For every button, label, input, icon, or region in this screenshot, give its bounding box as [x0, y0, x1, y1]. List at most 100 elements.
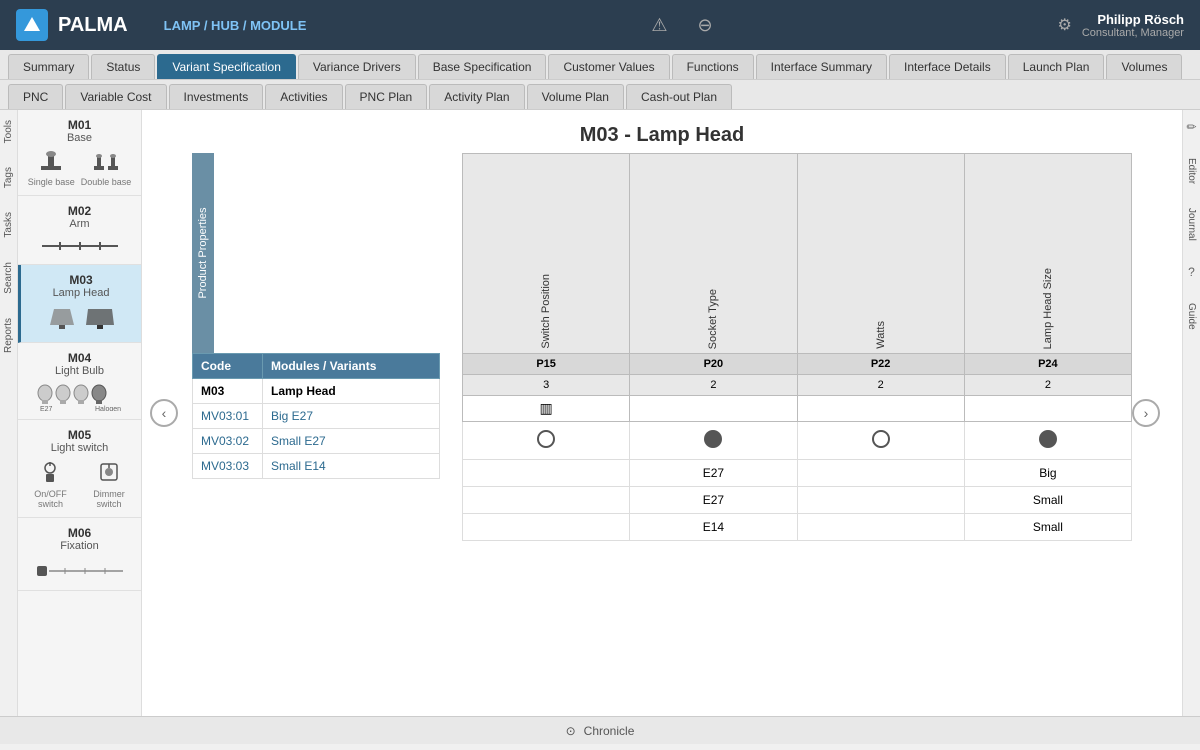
header-spacer: Product Properties	[192, 153, 462, 353]
m03-p24-cell	[964, 422, 1131, 460]
mv0302-p22-cell	[797, 487, 964, 514]
bottom-bar: ⊙ Chronicle	[0, 716, 1200, 744]
module-icons-m02	[24, 236, 135, 256]
tab-launch-plan[interactable]: Launch Plan	[1008, 54, 1105, 79]
mv0303-p24-cell: Small	[964, 514, 1131, 541]
property-columns: Switch Position Socket Type Watts	[462, 153, 1132, 541]
tab-base-specification[interactable]: Base Specification	[418, 54, 547, 79]
icon-row: ▥	[463, 396, 1132, 422]
module-code-m01: M01	[24, 118, 135, 132]
arm-icon	[40, 236, 120, 256]
prop-col-p15: Switch Position	[463, 154, 630, 354]
tab-functions[interactable]: Functions	[672, 54, 754, 79]
lamp-head-big-icon	[84, 305, 116, 331]
mv0301-p15-cell	[463, 460, 630, 487]
search-label[interactable]: Search	[3, 262, 14, 294]
mv0303-p15-cell	[463, 514, 630, 541]
row-name-m03: Lamp Head	[263, 379, 440, 404]
content-area: ‹ › M03 - Lamp Head Product Properties	[142, 110, 1182, 716]
dimmer-label: Dimmer switch	[83, 489, 135, 509]
row-name-mv0302[interactable]: Small E27	[263, 429, 440, 454]
tab-variant-specification[interactable]: Variant Specification	[157, 54, 296, 79]
tab-interface-details[interactable]: Interface Details	[889, 54, 1006, 79]
prop-label-lamp-head-size: Lamp Head Size	[1042, 268, 1054, 349]
count-p15: 3	[463, 375, 630, 396]
main-area: Tools Tags Tasks Search Reports M01 Base…	[0, 110, 1200, 716]
reports-label[interactable]: Reports	[3, 318, 14, 353]
tab-customer-values[interactable]: Customer Values	[548, 54, 669, 79]
module-name-m06: Fixation	[24, 540, 135, 552]
variant-list: Product Properties Code Modules / Varian…	[192, 153, 462, 541]
tab-volume-plan[interactable]: Volume Plan	[527, 84, 624, 109]
col-header-modules: Modules / Variants	[263, 354, 440, 379]
app-header: PALMA LAMP / HUB / MODULE ⚠ ⊖ ⚙ Philipp …	[0, 0, 1200, 50]
module-item-m06[interactable]: M06 Fixation	[18, 518, 141, 591]
row-code-mv0302[interactable]: MV03:02	[193, 429, 263, 454]
tab-pnc-plan[interactable]: PNC Plan	[345, 84, 428, 109]
module-item-m02[interactable]: M02 Arm	[18, 196, 141, 265]
tab-activity-plan[interactable]: Activity Plan	[429, 84, 524, 109]
tab-status[interactable]: Status	[91, 54, 155, 79]
single-base-label: Single base	[28, 177, 75, 187]
row-code-mv0303[interactable]: MV03:03	[193, 454, 263, 479]
property-table-head: Switch Position Socket Type Watts	[463, 154, 1132, 422]
prop-col-p22: Watts	[797, 154, 964, 354]
content-title: M03 - Lamp Head	[142, 110, 1182, 153]
tab-pnc[interactable]: PNC	[8, 84, 63, 109]
gear-icon[interactable]: ⚙	[1058, 15, 1072, 35]
module-item-m04[interactable]: M04 Light Bulb E27 Halogen	[18, 343, 141, 420]
tab-activities[interactable]: Activities	[265, 84, 342, 109]
double-base-icon	[92, 150, 120, 172]
code-p24: P24	[964, 354, 1131, 375]
tabs-row1: Summary Status Variant Specification Var…	[0, 50, 1200, 80]
tab-interface-summary[interactable]: Interface Summary	[756, 54, 887, 79]
property-table: Switch Position Socket Type Watts	[462, 153, 1132, 541]
tab-volumes[interactable]: Volumes	[1106, 54, 1182, 79]
guide-label[interactable]: Guide	[1186, 303, 1197, 330]
tab-summary[interactable]: Summary	[8, 54, 89, 79]
chronicle-icon: ⊙	[566, 724, 576, 738]
mv0303-p20-cell: E14	[630, 514, 797, 541]
icon-p24	[964, 396, 1131, 422]
code-row: P15 P20 P22 P24	[463, 354, 1132, 375]
edit-icon[interactable]: ✏	[1186, 120, 1196, 134]
light-bulb-icon: E27 Halogen	[35, 383, 125, 411]
journal-label[interactable]: Journal	[1186, 208, 1197, 241]
row-name-mv0301[interactable]: Big E27	[263, 404, 440, 429]
editor-label[interactable]: Editor	[1186, 158, 1197, 184]
app-logo[interactable]: PALMA	[16, 9, 128, 41]
row-name-mv0303[interactable]: Small E14	[263, 454, 440, 479]
prop-label-watts: Watts	[875, 321, 887, 349]
prop-col-p24: Lamp Head Size	[964, 154, 1131, 354]
nav-next-button[interactable]: ›	[1132, 399, 1160, 427]
module-item-m05[interactable]: M05 Light switch On/OFF switch	[18, 420, 141, 518]
mv0301-p24-cell: Big	[964, 460, 1131, 487]
module-icons-m05: On/OFF switch Dimmer switch	[24, 460, 135, 509]
tags-label[interactable]: Tags	[3, 167, 14, 188]
alert-icon[interactable]: ⚠	[651, 15, 667, 36]
code-p22: P22	[797, 354, 964, 375]
minus-icon[interactable]: ⊖	[697, 15, 712, 36]
dimmer-switch-icon	[97, 460, 121, 484]
code-p20: P20	[630, 354, 797, 375]
module-item-m03[interactable]: M03 Lamp Head	[18, 265, 141, 343]
tab-investments[interactable]: Investments	[169, 84, 264, 109]
table-row: MV03:01 Big E27	[193, 404, 440, 429]
row-code-m03: M03	[193, 379, 263, 404]
nav-prev-button[interactable]: ‹	[150, 399, 178, 427]
left-toolstrip: Tools Tags Tasks Search Reports	[0, 110, 18, 716]
m03-p20-cell	[630, 422, 797, 460]
question-icon[interactable]: ?	[1188, 265, 1195, 279]
tab-variance-drivers[interactable]: Variance Drivers	[298, 54, 416, 79]
tasks-label[interactable]: Tasks	[3, 212, 14, 238]
module-item-m01[interactable]: M01 Base Single base	[18, 110, 141, 196]
table-row: MV03:02 Small E27	[193, 429, 440, 454]
tab-cashout-plan[interactable]: Cash-out Plan	[626, 84, 732, 109]
circle-filled-icon	[704, 430, 722, 448]
tab-variable-cost[interactable]: Variable Cost	[65, 84, 166, 109]
icon-p15: ▥	[463, 396, 630, 422]
onoff-switch-icon	[38, 460, 62, 484]
row-code-mv0301[interactable]: MV03:01	[193, 404, 263, 429]
chronicle-label[interactable]: Chronicle	[584, 724, 635, 738]
tools-label[interactable]: Tools	[3, 120, 14, 143]
